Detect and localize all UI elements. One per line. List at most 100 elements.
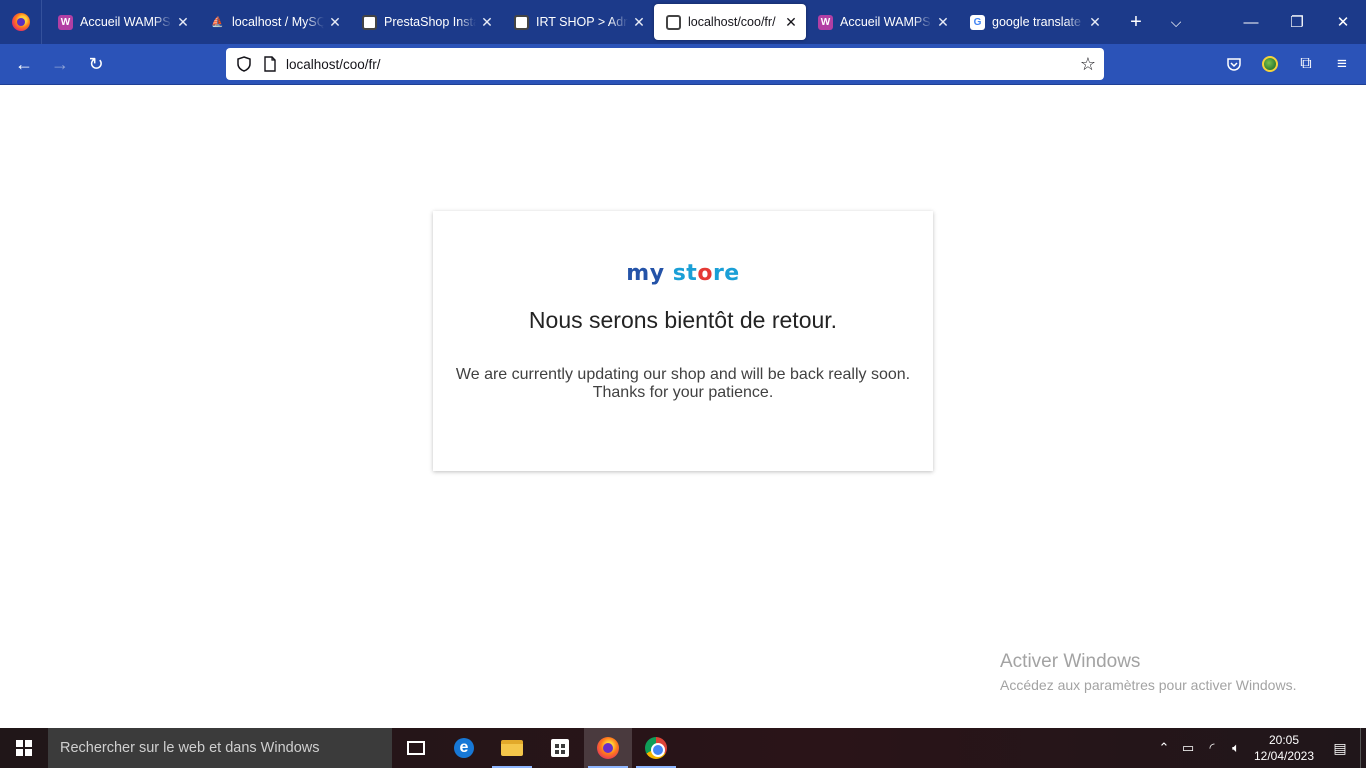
phpmyadmin-icon: ⛵ (211, 16, 224, 28)
hamburger-menu-icon: ≡ (1337, 54, 1347, 73)
list-all-tabs-button[interactable]: ⌵ (1156, 4, 1196, 40)
wifi-icon: ◜ (1209, 740, 1215, 755)
clock-time: 20:05 (1268, 733, 1300, 747)
file-explorer-taskbar-button[interactable] (488, 728, 536, 768)
start-button[interactable] (0, 728, 48, 768)
page-icon[interactable] (260, 54, 280, 74)
chrome-icon (645, 737, 667, 759)
tab-strip: W Accueil WAMPSERVER ✕ ⛵ localhost / MyS… (0, 0, 1366, 44)
notification-icon: ▤ (1333, 739, 1347, 756)
store-taskbar-button[interactable] (536, 728, 584, 768)
pocket-button[interactable] (1216, 48, 1252, 80)
tab-wampserver-1[interactable]: W Accueil WAMPSERVER ✕ (46, 4, 198, 40)
clock[interactable]: 20:05 12/04/2023 (1248, 732, 1320, 764)
tab-tools: + ⌵ (1116, 0, 1196, 44)
close-tab-icon[interactable]: ✕ (784, 14, 798, 31)
bookmark-star-icon[interactable]: ☆ (1080, 54, 1096, 75)
new-tab-button[interactable]: + (1116, 4, 1156, 40)
tab-prestashop-install[interactable]: PrestaShop Installation ✕ (350, 4, 502, 40)
close-tab-icon[interactable]: ✕ (328, 14, 342, 31)
extension-globe-icon (1262, 56, 1278, 72)
tab-title: localhost/coo/fr/ (688, 15, 776, 29)
tab-title: Accueil WAMPSERVER (840, 15, 932, 29)
puzzle-icon: ⧉ (1300, 55, 1312, 72)
taskbar: Rechercher sur le web et dans Windows e … (0, 728, 1366, 768)
task-view-button[interactable] (392, 728, 440, 768)
extension-button[interactable] (1252, 48, 1288, 80)
clock-date: 12/04/2023 (1253, 749, 1315, 763)
battery-icon: ▭ (1181, 740, 1195, 755)
prestashop-icon (362, 14, 377, 30)
firefox-icon (597, 737, 619, 759)
battery-button[interactable]: ▭ (1176, 728, 1200, 768)
chrome-taskbar-button[interactable] (632, 728, 680, 768)
wamp-icon: W (818, 14, 833, 30)
logo-part: o (697, 261, 713, 286)
task-view-icon (407, 741, 425, 755)
url-bar[interactable]: ☆ (226, 48, 1104, 80)
watermark-subtitle: Accédez aux paramètres pour activer Wind… (1000, 677, 1297, 693)
prestashop-icon (666, 14, 681, 30)
taskbar-apps: e (392, 728, 680, 768)
chevron-up-icon: ⌃ (1158, 740, 1170, 755)
taskbar-search[interactable]: Rechercher sur le web et dans Windows (48, 728, 392, 768)
close-window-button[interactable]: ✕ (1320, 0, 1366, 44)
close-tab-icon[interactable]: ✕ (632, 14, 646, 31)
network-button[interactable]: ◜ (1200, 728, 1224, 768)
url-input[interactable] (286, 56, 1080, 72)
action-center-button[interactable]: ▤ (1320, 728, 1360, 768)
search-placeholder: Rechercher sur le web et dans Windows (60, 740, 320, 756)
reload-button[interactable]: ↻ (78, 48, 114, 80)
shield-icon[interactable] (234, 54, 254, 74)
app-menu-button[interactable]: ≡ (1324, 48, 1360, 80)
page-viewport: my store Nous serons bientôt de retour. … (0, 85, 1366, 728)
tab-localhost-coo[interactable]: localhost/coo/fr/ ✕ (654, 4, 806, 40)
plus-icon: + (1130, 10, 1142, 33)
logo-part: re (712, 261, 740, 286)
edge-taskbar-button[interactable]: e (440, 728, 488, 768)
tab-wampserver-2[interactable]: W Accueil WAMPSERVER ✕ (806, 4, 958, 40)
back-button[interactable]: ← (6, 48, 42, 80)
tab-irt-shop-admin[interactable]: IRT SHOP > Administration ✕ (502, 4, 654, 40)
logo-part: my (626, 261, 665, 286)
show-hidden-icons-button[interactable]: ⌃ (1152, 728, 1176, 768)
tab-google-translate[interactable]: G google translate - Recherche ✕ (958, 4, 1110, 40)
system-tray: ⌃ ▭ ◜ 🔈︎ 20:05 12/04/2023 ▤ (1152, 728, 1366, 768)
close-tab-icon[interactable]: ✕ (936, 14, 950, 31)
tab-title: google translate - Recherche (992, 15, 1084, 29)
windows-logo-icon (16, 740, 32, 756)
store-logo: my store (433, 261, 933, 291)
edge-icon: e (454, 738, 474, 758)
firefox-taskbar-button[interactable] (584, 728, 632, 768)
toolbar-right: ⧉ ≡ (1216, 48, 1360, 80)
restore-button[interactable]: ❐ (1274, 0, 1320, 44)
speaker-icon: 🔈︎ (1232, 740, 1240, 755)
firefox-view-button[interactable] (0, 0, 42, 44)
volume-button[interactable]: 🔈︎ (1224, 728, 1248, 768)
message-line: Thanks for your patience. (592, 384, 774, 401)
windows-activation-watermark: Activer Windows Accédez aux paramètres p… (1000, 651, 1296, 693)
prestashop-icon (514, 14, 529, 30)
pocket-icon (1227, 58, 1241, 71)
watermark-title: Activer Windows (1000, 651, 1141, 672)
minimize-button[interactable]: — (1228, 0, 1274, 44)
wamp-icon: W (58, 14, 73, 30)
minimize-icon: — (1243, 13, 1259, 31)
show-desktop-button[interactable] (1360, 728, 1366, 768)
maintenance-message: We are currently updating our shop and w… (433, 366, 933, 402)
navigation-toolbar: ← → ↻ ☆ ⧉ ≡ (0, 44, 1366, 85)
google-icon: G (970, 14, 985, 30)
tab-title: IRT SHOP > Administration (536, 15, 628, 29)
tab-phpmyadmin[interactable]: ⛵ localhost / MySQL ✕ (198, 4, 350, 40)
close-tab-icon[interactable]: ✕ (1088, 14, 1102, 31)
logo-part: st (672, 261, 698, 286)
close-tab-icon[interactable]: ✕ (176, 14, 190, 31)
arrow-right-icon: → (51, 53, 69, 74)
tab-title: localhost / MySQL (232, 15, 324, 29)
restore-icon: ❐ (1290, 14, 1304, 31)
close-tab-icon[interactable]: ✕ (480, 14, 494, 31)
forward-button[interactable]: → (42, 48, 78, 80)
window-controls: — ❐ ✕ (1228, 0, 1366, 44)
extensions-button[interactable]: ⧉ (1288, 48, 1324, 80)
tab-title: PrestaShop Installation (384, 15, 476, 29)
